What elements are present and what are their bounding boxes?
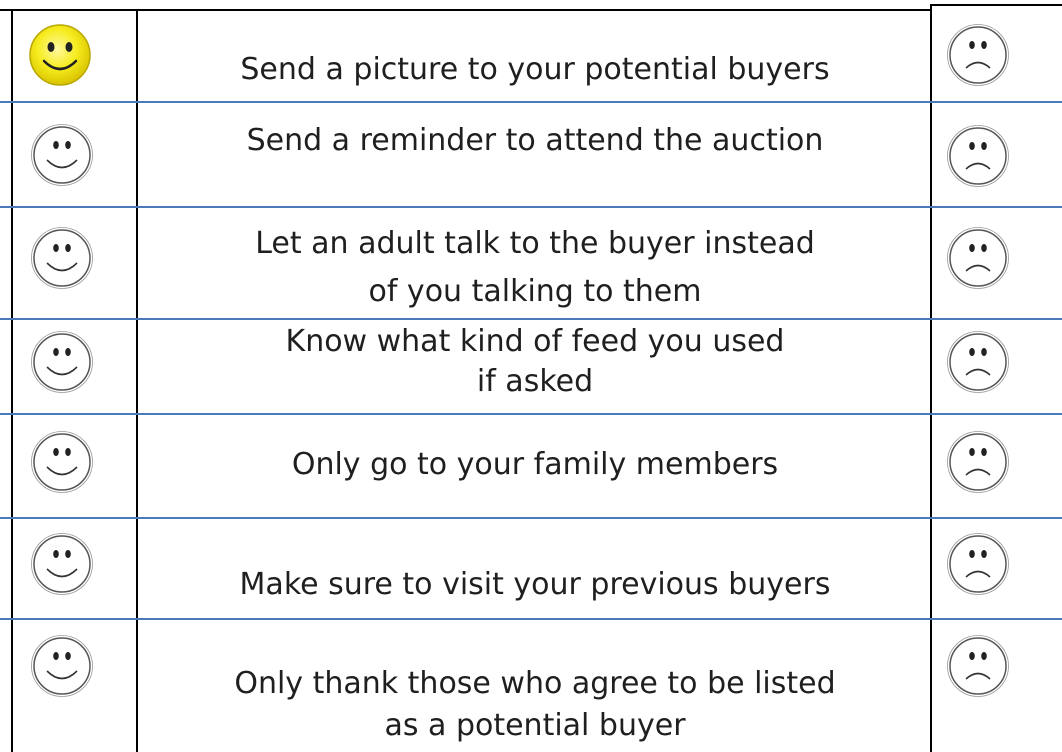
statement-text: Send a reminder to attend the auction [140,119,930,163]
table-left-border [11,9,13,752]
statement-line: Let an adult talk to the buyer instead [255,226,815,261]
smiley-face-icon[interactable] [30,430,94,494]
frowny-face-icon[interactable] [946,330,1010,394]
row-divider [0,101,1062,103]
statement-text: Send a picture to your potential buyers [140,48,930,92]
row-divider [0,318,1062,320]
statement-line: Send a picture to your potential buyers [240,52,830,87]
frowny-face-icon[interactable] [946,634,1010,698]
row-divider [0,413,1062,415]
frowny-face-icon[interactable] [946,532,1010,596]
statement-text: Let an adult talk to the buyer instead o… [140,222,930,314]
smiley-face-icon[interactable] [28,23,92,87]
smiley-face-icon[interactable] [30,330,94,394]
frowny-face-icon[interactable] [946,226,1010,290]
row-divider [0,517,1062,519]
statement-line: of you talking to them [368,274,702,309]
statement-line: Only thank those who agree to be listed [234,666,836,701]
statement-text: Only thank those who agree to be listed … [140,663,930,747]
smiley-face-icon[interactable] [30,123,94,187]
smiley-face-icon[interactable] [30,226,94,290]
statement-text: Only go to your family members [140,443,930,487]
table-top-border-right [930,4,1062,6]
statement-line: as a potential buyer [384,708,686,743]
statement-line: if asked [476,364,594,399]
smiley-face-icon[interactable] [30,532,94,596]
row-divider [0,618,1062,620]
statement-line: Make sure to visit your previous buyers [239,567,831,602]
statement-text: Make sure to visit your previous buyers [140,563,930,607]
table-top-border [0,9,930,11]
row-divider [0,206,1062,208]
frowny-face-icon[interactable] [946,23,1010,87]
column-divider-right [930,4,932,752]
frowny-face-icon[interactable] [946,430,1010,494]
frowny-face-icon[interactable] [946,124,1010,188]
column-divider-left [136,9,138,752]
smiley-face-icon[interactable] [30,634,94,698]
statement-line: Send a reminder to attend the auction [246,123,824,158]
statement-line: Only go to your family members [291,447,779,482]
statement-text: Know what kind of feed you used if asked [140,322,930,402]
statement-line: Know what kind of feed you used [285,324,785,359]
